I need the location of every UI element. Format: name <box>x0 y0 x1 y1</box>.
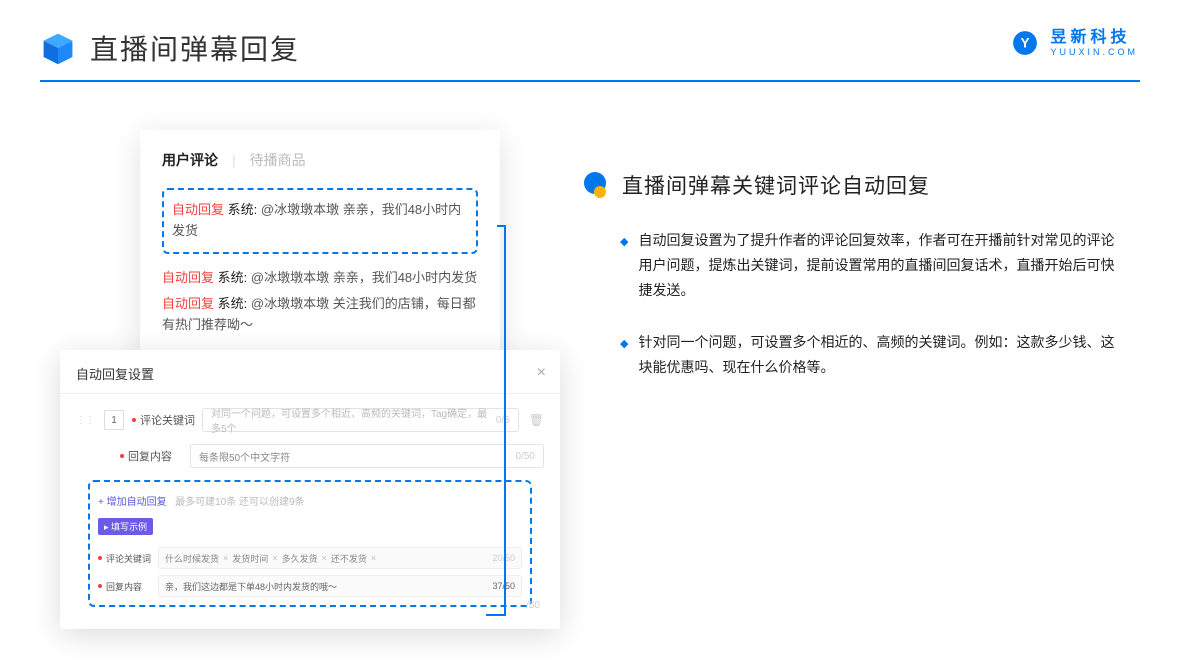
row-number: 1 <box>104 410 124 430</box>
dialog-title: 自动回复设置 <box>76 367 154 382</box>
keyword-input[interactable]: 对同一个问题，可设置多个相近、高频的关键词，Tag确定，最多5个 0/5 <box>202 408 519 432</box>
tab-pending-products[interactable]: 待播商品 <box>250 150 306 170</box>
tag-remove-icon[interactable]: × <box>272 553 277 563</box>
footer-count: /50 <box>526 600 540 611</box>
tab-user-comments[interactable]: 用户评论 <box>162 150 218 170</box>
example-section: + 增加自动回复 最多可建10条 还可以创建9条 ▸ 填写示例 评论关键词 什么… <box>88 480 532 607</box>
required-icon <box>120 454 124 458</box>
example-content-input[interactable]: 亲，我们这边都是下单48小时内发货的哦～ 37/50 <box>158 575 522 597</box>
section-title: 直播间弹幕关键词评论自动回复 <box>622 170 930 200</box>
keyword-count: 0/5 <box>496 415 510 426</box>
diamond-bullet-icon: ◆ <box>620 233 628 304</box>
chat-bubble-icon <box>584 172 612 198</box>
comment-text: @冰墩墩本墩 亲亲，我们48小时内发货 <box>251 270 477 285</box>
brand-name-en: YUUXIN.COM <box>1050 48 1138 57</box>
content-input[interactable]: 每条限50个中文字符 0/50 <box>190 444 544 468</box>
bullet-text: 自动回复设置为了提升作者的评论回复效率，作者可在开播前针对常见的评论用户问题，提… <box>638 228 1124 304</box>
delete-icon[interactable]: 🗑 <box>529 413 544 427</box>
connector-line <box>504 225 506 615</box>
tag-item: 什么时候发货 <box>165 552 219 565</box>
placeholder-text: 对同一个问题，可设置多个相近、高频的关键词，Tag确定，最多5个 <box>211 405 496 435</box>
required-icon <box>98 584 102 588</box>
tag-item: 还不发货 <box>331 552 367 565</box>
cube-icon <box>40 30 76 66</box>
close-icon[interactable]: × <box>537 364 546 382</box>
system-label: 系统: <box>218 296 248 311</box>
tag-remove-icon[interactable]: × <box>223 553 228 563</box>
placeholder-text: 每条限50个中文字符 <box>199 449 290 464</box>
header-divider <box>40 80 1140 82</box>
auto-reply-label: 自动回复 <box>172 202 224 217</box>
page-title: 直播间弹幕回复 <box>90 28 300 68</box>
diamond-bullet-icon: ◆ <box>620 335 628 380</box>
content-field-label: 回复内容 <box>128 448 190 464</box>
svg-text:Y: Y <box>1021 35 1030 50</box>
drag-handle-icon[interactable]: ⋮⋮ <box>76 415 94 426</box>
example-keyword-tags[interactable]: 什么时候发货× 发货时间× 多久发货× 还不发货× 20/50 <box>158 547 522 569</box>
add-auto-reply-link[interactable]: + 增加自动回复 <box>98 497 167 508</box>
required-icon <box>132 418 136 422</box>
example-keyword-label: 评论关键词 <box>106 552 158 565</box>
auto-reply-settings-dialog: 自动回复设置 × ⋮⋮ 1 评论关键词 对同一个问题，可设置多个相近、高频的关键… <box>60 350 560 629</box>
required-icon <box>98 556 102 560</box>
add-hint: 最多可建10条 还可以创建9条 <box>175 497 304 508</box>
tab-separator: | <box>232 152 236 168</box>
tag-remove-icon[interactable]: × <box>322 553 327 563</box>
tag-item: 多久发货 <box>282 552 318 565</box>
example-badge: ▸ 填写示例 <box>98 518 153 535</box>
system-label: 系统: <box>228 202 258 217</box>
highlighted-comment: 自动回复 系统: @冰墩墩本墩 亲亲，我们48小时内发货 <box>162 188 478 254</box>
brand-logo: Y 昱新科技 YUUXIN.COM <box>1008 26 1138 60</box>
auto-reply-label: 自动回复 <box>162 270 214 285</box>
tag-item: 发货时间 <box>232 552 268 565</box>
brand-name-cn: 昱新科技 <box>1050 30 1138 46</box>
connector-line <box>486 614 506 616</box>
bullet-text: 针对同一个问题，可设置多个相近的、高频的关键词。例如：这款多少钱、这块能优惠吗、… <box>638 330 1124 380</box>
system-label: 系统: <box>218 270 248 285</box>
keyword-field-label: 评论关键词 <box>140 412 202 428</box>
content-count: 0/50 <box>516 451 535 462</box>
tag-remove-icon[interactable]: × <box>371 553 376 563</box>
example-content-text: 亲，我们这边都是下单48小时内发货的哦～ <box>165 580 337 593</box>
auto-reply-label: 自动回复 <box>162 296 214 311</box>
example-content-label: 回复内容 <box>106 580 158 593</box>
comments-panel: 用户评论 | 待播商品 自动回复 系统: @冰墩墩本墩 亲亲，我们48小时内发货… <box>140 130 500 360</box>
